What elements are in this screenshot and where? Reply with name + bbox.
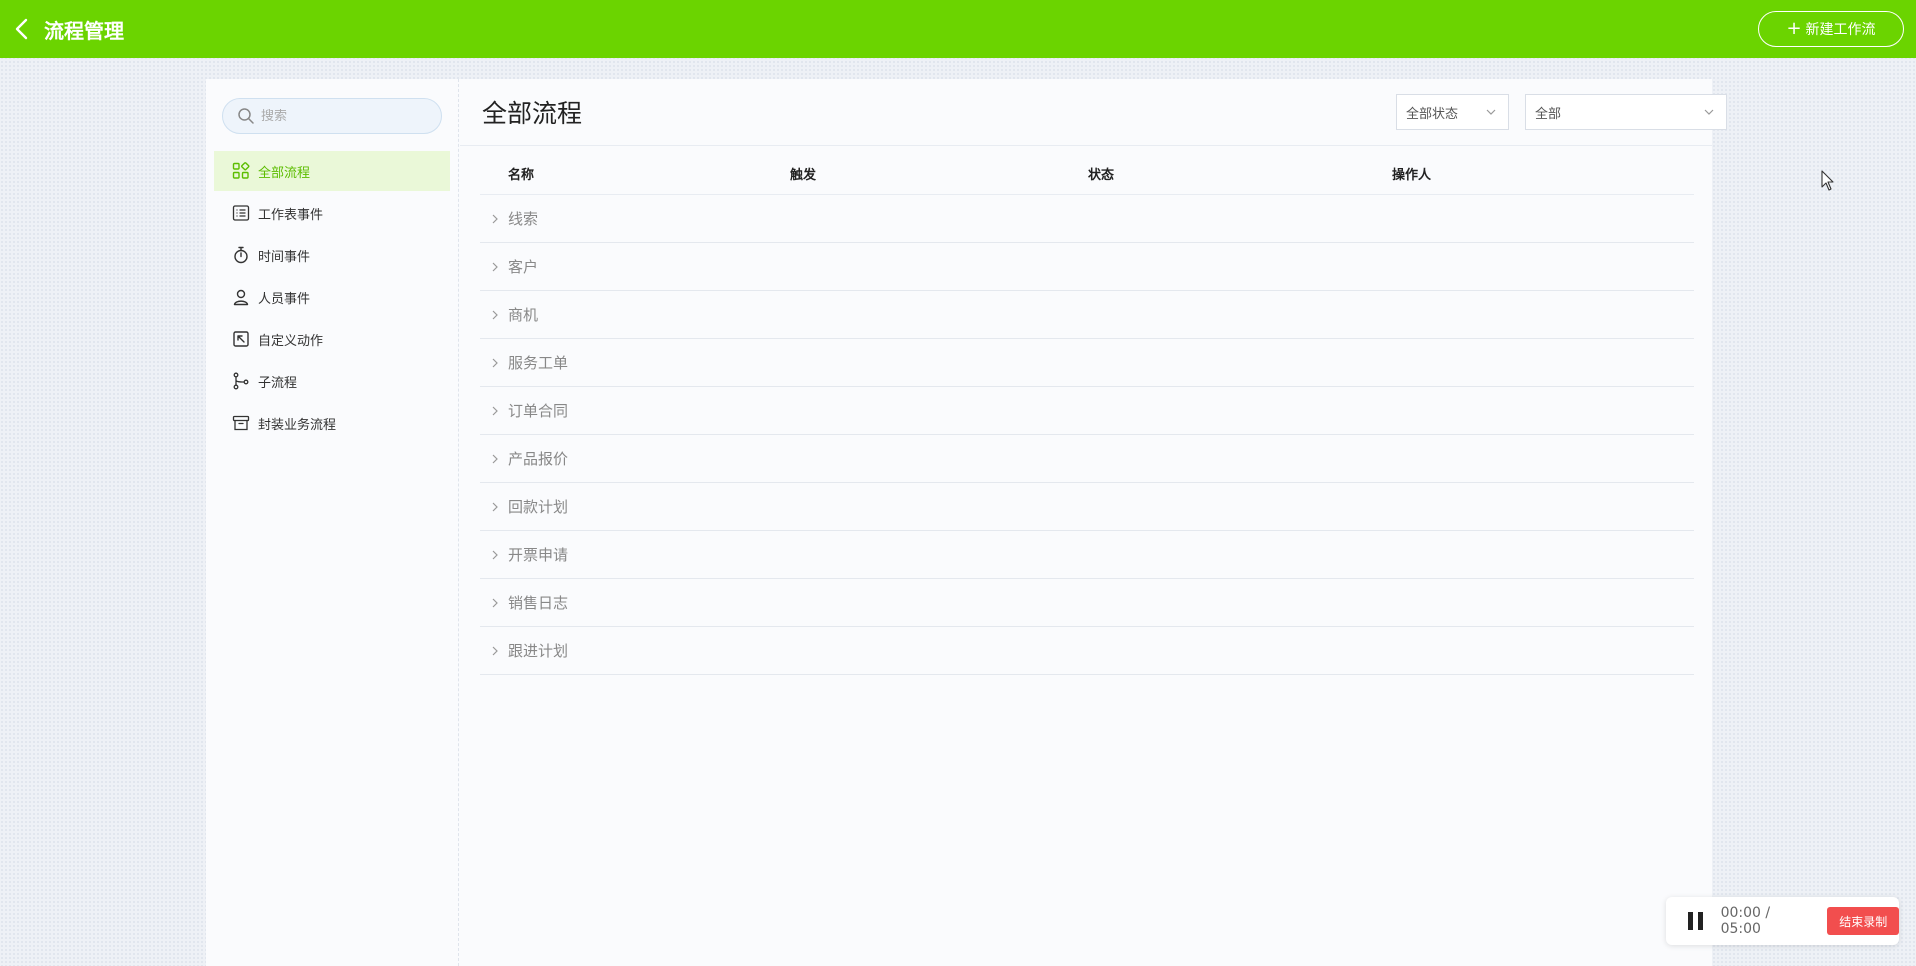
- table-row[interactable]: 客户: [480, 243, 1694, 291]
- chevron-right-icon: [492, 406, 498, 416]
- group-label: 产品报价: [508, 450, 569, 468]
- sidebar-item-label: 全部流程: [258, 165, 311, 181]
- chevron-right-icon: [492, 502, 498, 512]
- table-row[interactable]: 跟进计划: [480, 627, 1694, 675]
- sidebar-item-label: 自定义动作: [258, 333, 324, 349]
- search-input[interactable]: [261, 108, 431, 124]
- search-icon: [238, 108, 254, 124]
- chevron-down-icon: [1486, 109, 1496, 115]
- back-button[interactable]: [0, 0, 44, 58]
- table-row[interactable]: 订单合同: [480, 387, 1694, 435]
- top-bar: 流程管理 + 新建工作流: [0, 0, 1916, 58]
- sidebar-item-all-flows[interactable]: 全部流程: [214, 151, 450, 191]
- nav-list: 全部流程 工作表事件 时间事件 人员事件 自定义动作 子流程 封装业务流程: [214, 151, 450, 445]
- flow-table: 名称 触发 状态 操作人 线索 客户 商机 服务工单 订单合同 产品报价 回款计…: [480, 148, 1694, 675]
- chevron-right-icon: [492, 310, 498, 320]
- column-header-trigger: 触发: [790, 168, 817, 183]
- new-workflow-label: 新建工作流: [1805, 22, 1876, 38]
- chevron-right-icon: [492, 454, 498, 464]
- mouse-cursor-icon: [1821, 170, 1834, 191]
- archive-icon: [232, 415, 250, 431]
- sidebar-item-subflow[interactable]: 子流程: [214, 361, 450, 401]
- table-header: 名称 触发 状态 操作人: [480, 148, 1694, 195]
- group-label: 开票申请: [508, 546, 569, 564]
- sidebar-item-worksheet-events[interactable]: 工作表事件: [214, 193, 450, 233]
- sidebar-item-custom-action[interactable]: 自定义动作: [214, 319, 450, 359]
- app-title: 流程管理: [44, 18, 124, 43]
- chevron-right-icon: [492, 550, 498, 560]
- recording-widget: 00:00 / 05:00 结束录制: [1666, 897, 1900, 945]
- column-header-name: 名称: [508, 168, 535, 183]
- new-workflow-button[interactable]: + 新建工作流: [1758, 11, 1904, 47]
- scope-filter-select[interactable]: 全部: [1525, 94, 1727, 130]
- grid-icon: [232, 162, 250, 179]
- group-label: 订单合同: [508, 402, 569, 420]
- group-label: 商机: [508, 306, 539, 324]
- branch-icon: [233, 372, 249, 390]
- table-row[interactable]: 线索: [480, 195, 1694, 243]
- content-area: 全部流程 全部状态 全部 名称 触发 状态 操作人 线索 客户 商机 服务工单 …: [460, 79, 1727, 966]
- table-row[interactable]: 商机: [480, 291, 1694, 339]
- main-panel: 全部流程 工作表事件 时间事件 人员事件 自定义动作 子流程: [206, 79, 1727, 966]
- recording-time: 00:00 / 05:00: [1720, 905, 1771, 937]
- table-row[interactable]: 产品报价: [480, 435, 1694, 483]
- stopwatch-icon: [234, 246, 248, 264]
- table-row[interactable]: 开票申请: [480, 531, 1694, 579]
- column-header-operator: 操作人: [1392, 168, 1432, 183]
- chevron-right-icon: [492, 646, 498, 656]
- group-label: 服务工单: [508, 354, 569, 372]
- group-label: 线索: [508, 210, 539, 228]
- sidebar-item-time-events[interactable]: 时间事件: [214, 235, 450, 275]
- end-recording-button[interactable]: 结束录制: [1827, 907, 1900, 935]
- page-title: 全部流程: [482, 99, 583, 128]
- sidebar-item-person-events[interactable]: 人员事件: [214, 277, 450, 317]
- sidebar-item-label: 工作表事件: [258, 207, 324, 223]
- sidebar-item-label: 人员事件: [258, 291, 311, 307]
- status-filter-select[interactable]: 全部状态: [1396, 94, 1509, 130]
- plus-icon: +: [1786, 18, 1802, 39]
- table-row[interactable]: 回款计划: [480, 483, 1694, 531]
- chevron-down-icon: [1704, 109, 1714, 115]
- chevron-left-icon: [15, 18, 28, 40]
- sidebar-item-label: 子流程: [258, 375, 298, 391]
- group-label: 跟进计划: [508, 642, 569, 660]
- group-label: 销售日志: [508, 594, 569, 612]
- sidebar-item-packaged-flows[interactable]: 封装业务流程: [214, 403, 450, 443]
- chevron-right-icon: [492, 262, 498, 272]
- sidebar: 全部流程 工作表事件 时间事件 人员事件 自定义动作 子流程: [206, 79, 459, 966]
- sidebar-item-label: 时间事件: [258, 249, 311, 265]
- status-filter-value: 全部状态: [1406, 106, 1459, 122]
- group-label: 回款计划: [508, 498, 569, 516]
- search-box[interactable]: [222, 98, 442, 134]
- pause-button[interactable]: [1684, 909, 1707, 933]
- content-header: 全部流程 全部状态 全部: [460, 79, 1727, 146]
- chevron-right-icon: [492, 214, 498, 224]
- column-header-status: 状态: [1088, 168, 1115, 183]
- person-icon: [233, 289, 249, 306]
- chevron-right-icon: [492, 358, 498, 368]
- group-label: 客户: [508, 258, 539, 276]
- chevron-right-icon: [492, 598, 498, 608]
- table-row[interactable]: 销售日志: [480, 579, 1694, 627]
- sidebar-item-label: 封装业务流程: [258, 417, 337, 433]
- list-icon: [232, 205, 250, 221]
- custom-action-icon: [233, 331, 249, 347]
- table-row[interactable]: 服务工单: [480, 339, 1694, 387]
- scope-filter-value: 全部: [1535, 106, 1562, 122]
